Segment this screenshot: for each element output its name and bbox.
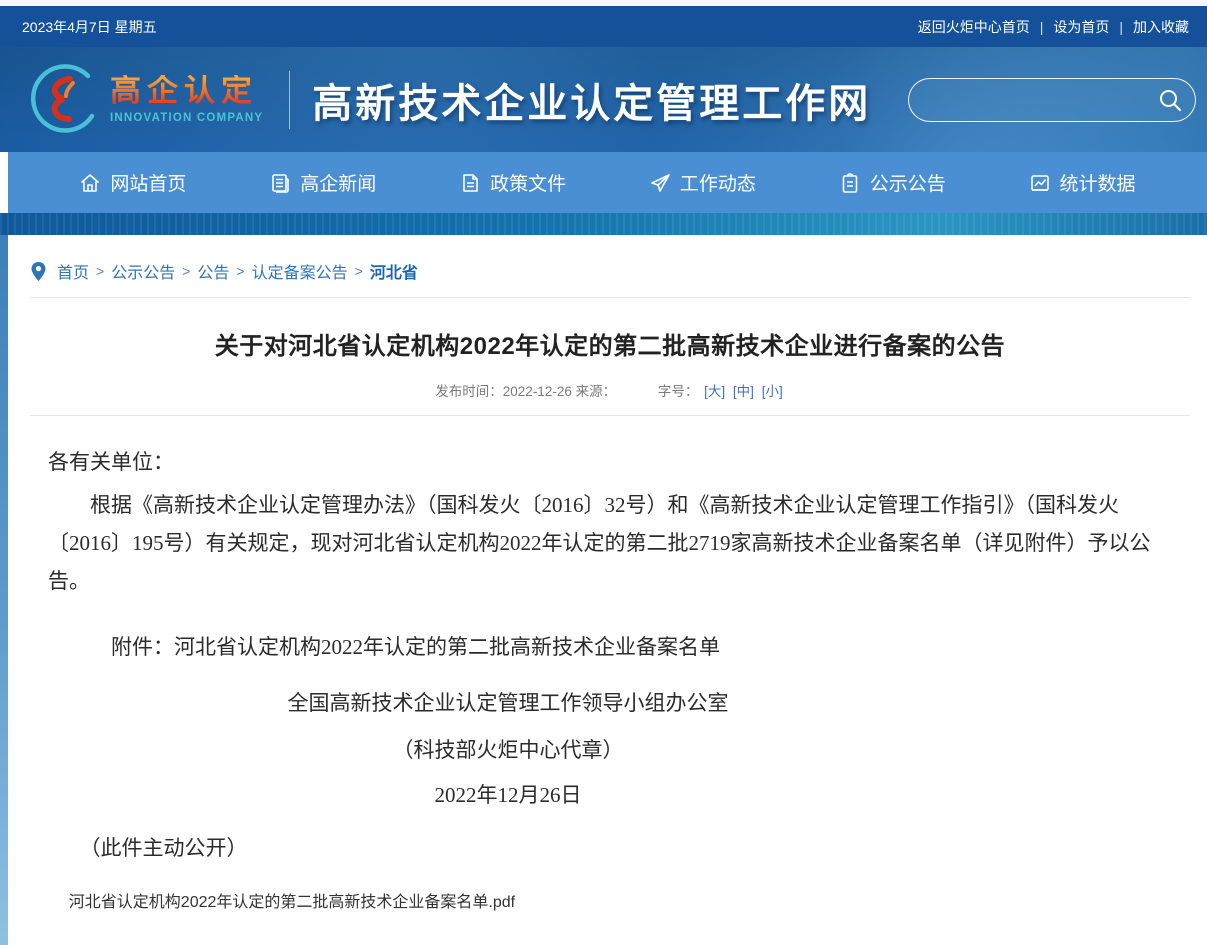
logo-icon	[26, 63, 100, 137]
nav-item-news[interactable]: 高企新闻	[269, 169, 376, 196]
nav-label: 高企新闻	[300, 169, 376, 196]
nav-label: 统计数据	[1060, 169, 1136, 196]
paper-plane-icon	[649, 172, 671, 194]
signer-note: （科技部火炬中心代章）	[48, 740, 968, 761]
logo-subtitle: INNOVATION COMPANY	[110, 112, 263, 124]
publish-date: 2022-12-26	[503, 384, 572, 399]
site-title: 高新技术企业认定管理工作网	[312, 71, 871, 129]
breadcrumb-separator: >	[182, 263, 190, 279]
site-logo[interactable]: 高企认定 INNOVATION COMPANY	[26, 63, 263, 137]
breadcrumb-home[interactable]: 首页	[57, 259, 89, 283]
link-set-homepage[interactable]: 设为首页	[1053, 17, 1109, 37]
attachment-line: 附件：河北省认定机构2022年认定的第二批高新技术企业备案名单	[111, 631, 1172, 661]
salutation: 各有关单位：	[48, 446, 1172, 476]
sign-date: 2022年12月26日	[48, 785, 968, 806]
site-header: 高企认定 INNOVATION COMPANY 高新技术企业认定管理工作网	[0, 47, 1207, 152]
divider	[30, 297, 1190, 298]
link-torch-center-home[interactable]: 返回火炬中心首页	[918, 17, 1030, 37]
logo-text: 高企认定 INNOVATION COMPANY	[110, 75, 263, 124]
fontsize-medium-button[interactable]: [中]	[733, 384, 754, 399]
breadcrumb-separator: >	[96, 263, 104, 279]
search-box	[908, 78, 1196, 122]
signer-name: 全国高新技术企业认定管理工作领导小组办公室	[48, 693, 968, 714]
nav-item-work-updates[interactable]: 工作动态	[649, 169, 756, 196]
nav-label: 政策文件	[490, 169, 566, 196]
home-icon	[79, 172, 101, 194]
separator: |	[1040, 19, 1044, 35]
link-add-favorites[interactable]: 加入收藏	[1133, 17, 1189, 37]
nav-label: 公示公告	[870, 169, 946, 196]
nav-item-announcements[interactable]: 公示公告	[839, 169, 946, 196]
breadcrumb-hebei[interactable]: 河北省	[370, 259, 418, 283]
topbar-links: 返回火炬中心首页 | 设为首页 | 加入收藏	[918, 17, 1189, 37]
signature-block: 全国高新技术企业认定管理工作领导小组办公室 （科技部火炬中心代章） 2022年1…	[48, 693, 968, 806]
fontsize-small-button[interactable]: [小]	[762, 384, 783, 399]
breadcrumb-announcements[interactable]: 公示公告	[111, 259, 175, 283]
main-nav: 网站首页 高企新闻 政策文件 工作动态 公示公告 统计数据	[8, 152, 1207, 213]
nav-item-policy[interactable]: 政策文件	[459, 169, 566, 196]
search-icon[interactable]	[1157, 87, 1183, 113]
article-body: 各有关单位： 根据《高新技术企业认定管理办法》（国科发火〔2016〕32号）和《…	[30, 446, 1190, 913]
fontsize-label: 字号：	[658, 384, 699, 399]
content-card: 首页 > 公示公告 > 公告 > 认定备案公告 > 河北省 关于对河北省认定机构…	[8, 235, 1207, 945]
chart-icon	[1029, 172, 1051, 194]
nav-label: 工作动态	[680, 169, 756, 196]
separator: |	[1119, 19, 1123, 35]
breadcrumb-separator: >	[355, 263, 363, 279]
clipboard-icon	[839, 172, 861, 194]
search-input[interactable]	[909, 79, 1157, 121]
fontsize-large-button[interactable]: [大]	[704, 384, 725, 399]
logo-title: 高企认定	[110, 75, 263, 108]
breadcrumb: 首页 > 公示公告 > 公告 > 认定备案公告 > 河北省	[30, 235, 1190, 283]
breadcrumb-record-announcements[interactable]: 认定备案公告	[252, 259, 348, 283]
breadcrumb-separator: >	[236, 263, 244, 279]
news-icon	[269, 172, 291, 194]
nav-item-statistics[interactable]: 统计数据	[1029, 169, 1136, 196]
breadcrumb-notice[interactable]: 公告	[197, 259, 229, 283]
current-date: 2023年4月7日 星期五	[22, 17, 157, 37]
nav-texture-strip	[0, 213, 1207, 235]
location-pin-icon	[30, 261, 47, 282]
header-divider	[289, 71, 290, 129]
page-body: 首页 > 公示公告 > 公告 > 认定备案公告 > 河北省 关于对河北省认定机构…	[0, 235, 1207, 945]
article-paragraph: 根据《高新技术企业认定管理办法》（国科发火〔2016〕32号）和《高新技术企业认…	[48, 486, 1172, 601]
article-title: 关于对河北省认定机构2022年认定的第二批高新技术企业进行备案的公告	[30, 326, 1190, 361]
disclosure-note: （此件主动公开）	[80, 832, 1173, 862]
publish-time-label: 发布时间：	[435, 384, 503, 399]
divider	[30, 415, 1190, 416]
article-meta: 发布时间：2022-12-26 来源： 字号： [大] [中] [小]	[30, 380, 1190, 400]
source-label: 来源：	[576, 384, 617, 399]
nav-label: 网站首页	[110, 169, 186, 196]
document-icon	[459, 172, 481, 194]
attachment-pdf-link[interactable]: 河北省认定机构2022年认定的第二批高新技术企业备案名单.pdf	[69, 888, 515, 912]
topbar: 2023年4月7日 星期五 返回火炬中心首页 | 设为首页 | 加入收藏	[0, 6, 1207, 47]
nav-item-home[interactable]: 网站首页	[79, 169, 186, 196]
